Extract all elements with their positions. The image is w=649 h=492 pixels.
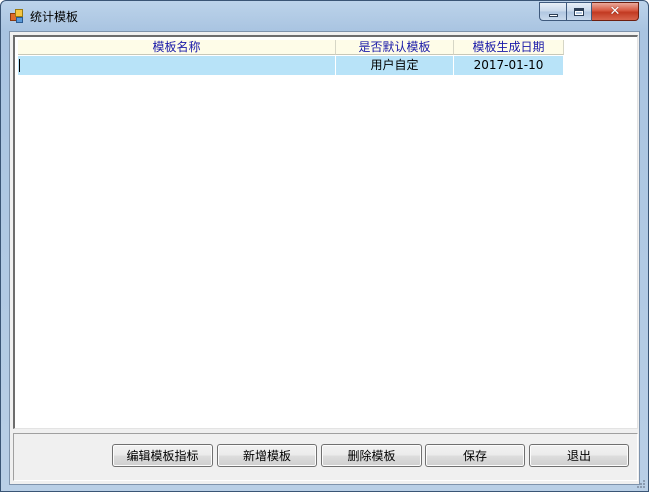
button-bar: 编辑模板指标 新增模板 删除模板 保存 退出 [13,433,638,481]
maximize-icon [574,7,584,16]
text-cursor [19,59,20,72]
column-header-is-default[interactable]: 是否默认模板 [336,40,454,55]
client-area: 模板名称 是否默认模板 模板生成日期 用户自定 2017-01-10 编辑模板指… [9,31,640,485]
minimize-button[interactable] [539,2,566,21]
maximize-button[interactable] [566,2,592,21]
add-template-button[interactable]: 新增模板 [217,444,317,467]
cell-template-name[interactable] [18,56,336,75]
minimize-icon [548,13,558,17]
template-grid[interactable]: 模板名称 是否默认模板 模板生成日期 用户自定 2017-01-10 [18,40,564,75]
cell-is-default[interactable]: 用户自定 [336,56,454,75]
template-grid-panel: 模板名称 是否默认模板 模板生成日期 用户自定 2017-01-10 [13,35,638,429]
main-window: 统计模板 ✕ 模板名称 是否默认模板 模板生成日期 用户自定 2017-01-1… [0,0,649,492]
exit-button[interactable]: 退出 [529,444,629,467]
column-header-template-name[interactable]: 模板名称 [18,40,336,55]
delete-template-button[interactable]: 删除模板 [321,444,422,467]
app-icon [10,9,24,23]
save-button[interactable]: 保存 [425,444,525,467]
window-controls: ✕ [539,2,639,21]
table-row[interactable]: 用户自定 2017-01-10 [18,56,564,75]
close-icon: ✕ [609,4,621,19]
window-title: 统计模板 [30,10,79,24]
column-header-created-date[interactable]: 模板生成日期 [454,40,564,55]
grid-header: 模板名称 是否默认模板 模板生成日期 [18,40,564,55]
resize-grip-icon[interactable] [636,479,646,489]
title-bar[interactable]: 统计模板 ✕ [1,1,648,31]
edit-indicators-button[interactable]: 编辑模板指标 [112,444,213,467]
close-button[interactable]: ✕ [592,2,639,21]
cell-created-date[interactable]: 2017-01-10 [454,56,564,75]
